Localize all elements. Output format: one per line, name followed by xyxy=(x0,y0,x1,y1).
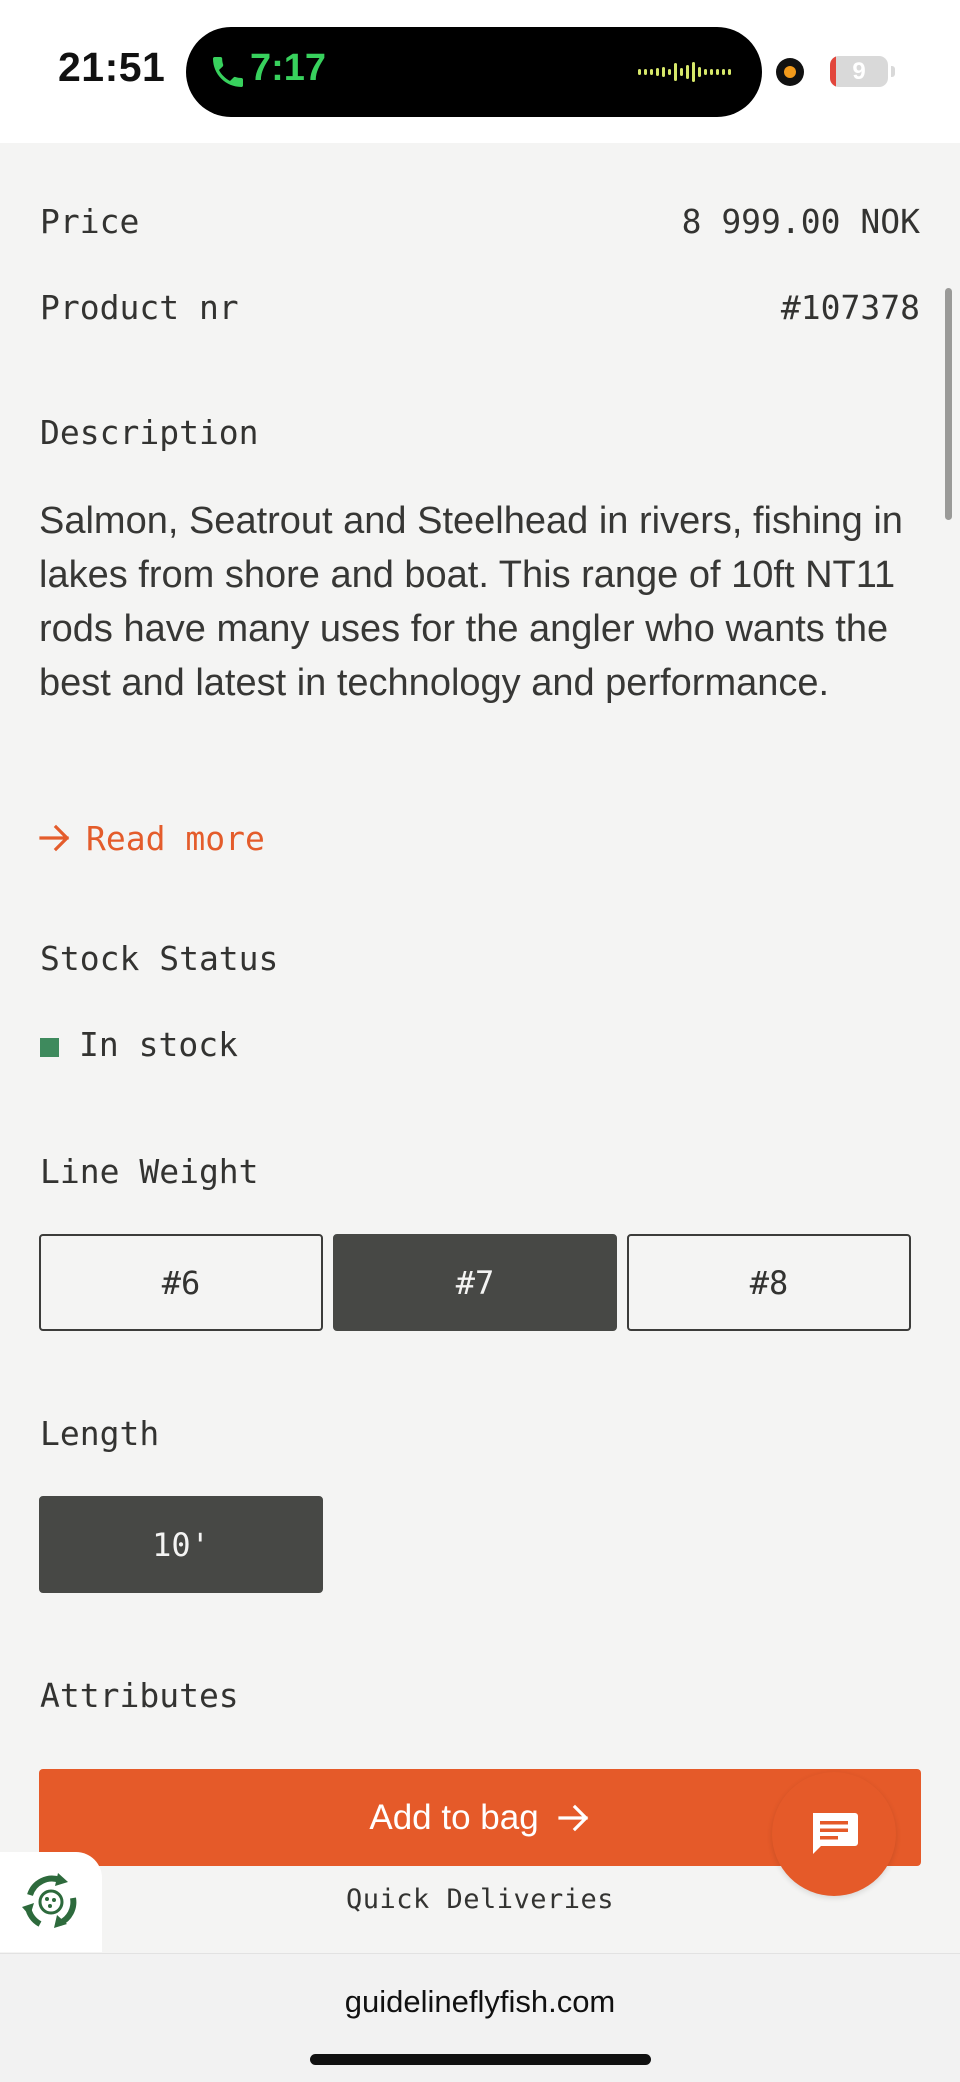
dynamic-island-call[interactable]: 7:17 xyxy=(186,27,762,117)
quick-deliveries-text: Quick Deliveries xyxy=(345,1884,615,1915)
stock-status-value: In stock xyxy=(79,1025,238,1064)
description-heading: Description xyxy=(40,413,259,452)
call-duration: 7:17 xyxy=(250,47,327,89)
sustainability-badge[interactable] xyxy=(0,1852,102,1952)
add-to-bag-label: Add to bag xyxy=(369,1797,539,1837)
stock-indicator xyxy=(40,1038,59,1057)
length-heading: Length xyxy=(40,1414,160,1453)
line-weight-heading: Line Weight xyxy=(40,1152,259,1191)
stock-status-heading: Stock Status xyxy=(40,939,279,978)
price-value: 8 999.00 NOK xyxy=(681,202,920,241)
line-weight-option-6[interactable]: #6 xyxy=(39,1234,323,1331)
phone-icon xyxy=(213,57,243,87)
battery-icon: 9 xyxy=(830,56,888,87)
scrollbar[interactable] xyxy=(945,288,952,520)
read-more-label: Read more xyxy=(86,818,265,858)
battery-cap xyxy=(891,66,895,77)
chat-icon xyxy=(813,1813,858,1854)
chat-button[interactable] xyxy=(772,1772,896,1896)
privacy-indicator-dot xyxy=(776,58,804,86)
attributes-heading[interactable]: Attributes xyxy=(40,1676,239,1715)
product-number-row: Product nr #107378 xyxy=(40,288,920,327)
arrow-right-icon xyxy=(39,824,70,852)
home-indicator[interactable] xyxy=(310,2054,651,2065)
status-bar: 21:51 7:17 9 xyxy=(0,0,960,143)
line-weight-option-7[interactable]: #7 xyxy=(333,1234,617,1331)
arrow-right-icon xyxy=(558,1804,588,1831)
price-row: Price 8 999.00 NOK xyxy=(40,202,920,241)
price-label: Price xyxy=(40,202,140,241)
description-text: Salmon, Seatrout and Steelhead in rivers… xyxy=(39,500,903,704)
battery-level: 9 xyxy=(852,58,866,85)
read-more-link[interactable]: Read more xyxy=(38,815,265,861)
product-number-label: Product nr xyxy=(40,288,239,327)
length-option-10[interactable]: 10' xyxy=(39,1496,323,1593)
status-time: 21:51 xyxy=(58,44,166,90)
browser-bottom-bar: guidelineflyfish.com xyxy=(0,1953,960,2082)
line-weight-option-8[interactable]: #8 xyxy=(627,1234,911,1331)
product-number-value: #107378 xyxy=(780,288,920,327)
address-bar[interactable]: guidelineflyfish.com xyxy=(0,1984,960,2020)
recycle-badge-icon xyxy=(22,1873,77,1928)
audio-wave-icon xyxy=(638,62,731,82)
